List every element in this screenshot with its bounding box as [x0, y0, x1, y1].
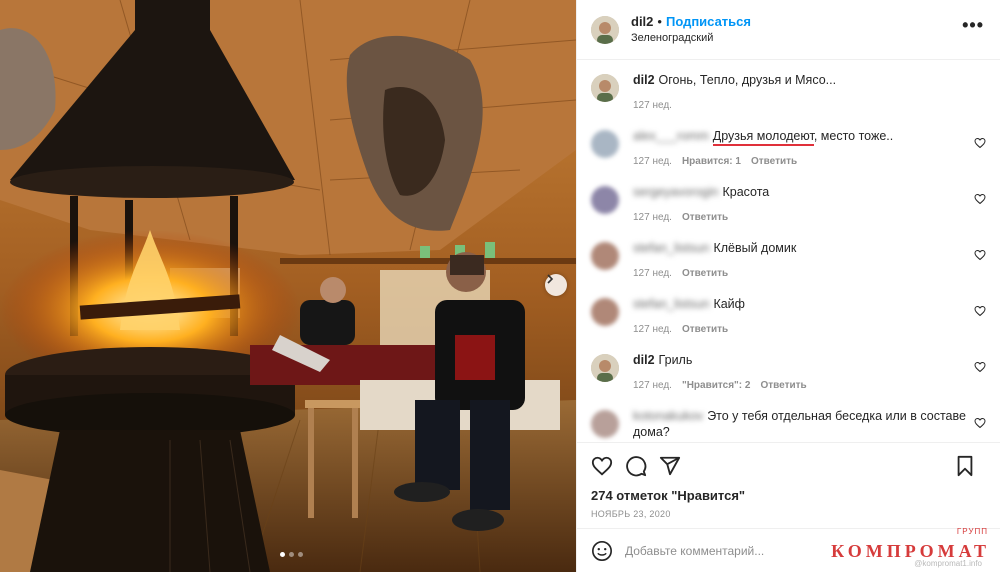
avatar[interactable] — [591, 242, 619, 270]
comment-username[interactable]: stefan_listsun — [633, 241, 709, 255]
comment-text: Гриль — [658, 353, 693, 367]
watermark-url: @kompromat1.info — [914, 559, 982, 568]
heart-icon[interactable] — [974, 193, 986, 205]
chevron-right-icon — [547, 274, 554, 284]
bookmark-icon[interactable] — [954, 455, 976, 477]
comment-username[interactable]: alex___romm — [633, 129, 709, 143]
avatar[interactable] — [591, 186, 619, 214]
reply-button[interactable]: Ответить — [682, 210, 728, 226]
separator-dot: • — [657, 13, 662, 29]
avatar[interactable] — [591, 74, 619, 102]
comment-likes[interactable]: Нравится: 1 — [682, 154, 741, 170]
follow-button[interactable]: Подписаться — [666, 14, 751, 29]
profile-photo-icon — [591, 74, 619, 102]
comment-username[interactable]: kotonakukov — [633, 409, 703, 423]
comment-text: Кайф — [713, 297, 745, 311]
comment-time[interactable]: 127 нед. — [633, 210, 672, 226]
post-view: dil2 • Подписаться Зеленоградский ••• dil2… — [0, 0, 1000, 572]
avatar[interactable] — [591, 130, 619, 158]
comment-time[interactable]: 127 нед. — [633, 266, 672, 282]
paper-plane-icon[interactable] — [659, 455, 681, 477]
comment-icon[interactable] — [625, 455, 647, 477]
avatar[interactable] — [591, 15, 619, 44]
carousel-dots — [280, 552, 303, 557]
post-actions-bar — [577, 442, 1000, 488]
carousel-dot[interactable] — [280, 552, 285, 557]
comment-text: , место тоже.. — [813, 129, 894, 143]
highlighted-comment-text: Друзья молодеют — [712, 129, 814, 146]
comment-text: Красота — [722, 185, 770, 199]
comment-row: alex___romm Друзья молодеют, место тоже..… — [591, 128, 986, 184]
heart-icon[interactable] — [974, 137, 986, 149]
avatar[interactable] — [591, 410, 619, 438]
post-date[interactable]: НОЯБРЬ 23, 2020 — [577, 506, 1000, 528]
profile-photo-icon — [591, 15, 619, 44]
comment-time[interactable]: 127 нед. — [633, 322, 672, 338]
comment-time[interactable]: 127 нед. — [633, 98, 672, 114]
heart-icon[interactable] — [591, 455, 613, 477]
comment-row: dil2 Гриль 127 нед. "Нравится": 2 Ответить — [591, 352, 986, 408]
comment-row: kotonakukov Это у тебя отдельная беседка … — [591, 408, 986, 442]
post-photo[interactable] — [0, 0, 576, 572]
likes-count[interactable]: 274 отметок "Нравится" — [577, 488, 1000, 506]
comment-row: stefan_listsun Кайф 127 нед. Ответить — [591, 296, 986, 352]
comment-username[interactable]: dil2 — [633, 73, 655, 87]
comment-username[interactable]: stefan_listsun — [633, 297, 709, 311]
post-side-panel: dil2 • Подписаться Зеленоградский ••• dil2… — [576, 0, 1000, 572]
comment-time[interactable]: 127 нед. — [633, 154, 672, 170]
reply-button[interactable]: Ответить — [760, 378, 806, 394]
avatar[interactable] — [591, 354, 619, 382]
carousel-next-button[interactable] — [545, 274, 567, 296]
add-comment-bar: ГРУПП КОМПРОМАТ @kompromat1.info — [577, 527, 1000, 572]
post-username[interactable]: dil2 — [631, 14, 653, 29]
post-header: dil2 • Подписаться Зеленоградский ••• — [577, 0, 1000, 60]
avatar[interactable] — [591, 298, 619, 326]
reply-button[interactable]: Ответить — [682, 266, 728, 282]
comment-row: sergeyavorogin Красота 127 нед. Ответить — [591, 184, 986, 240]
comment-time[interactable]: 127 нед. — [633, 378, 672, 394]
heart-icon[interactable] — [974, 417, 986, 429]
comment-text: Огонь, Тепло, друзья и Мясо... — [658, 73, 837, 87]
post-location[interactable]: Зеленоградский — [631, 30, 751, 46]
comment-likes[interactable]: "Нравится": 2 — [682, 378, 751, 394]
reply-button[interactable]: Ответить — [682, 322, 728, 338]
profile-photo-icon — [591, 354, 619, 382]
carousel-dot[interactable] — [298, 552, 303, 557]
comment-username[interactable]: sergeyavorogin — [633, 185, 718, 199]
comments-list: dil2 Огонь, Тепло, друзья и Мясо... 127 н… — [577, 60, 1000, 442]
carousel-dot[interactable] — [289, 552, 294, 557]
reply-button[interactable]: Ответить — [751, 154, 797, 170]
heart-icon[interactable] — [974, 305, 986, 317]
photo-illustration — [0, 0, 576, 572]
heart-icon[interactable] — [974, 361, 986, 373]
more-options-icon[interactable]: ••• — [962, 16, 984, 34]
comment-text: Клёвый домик — [713, 241, 797, 255]
watermark-small-text: ГРУПП — [956, 527, 988, 536]
comment-row: dil2 Огонь, Тепло, друзья и Мясо... 127 н… — [591, 72, 986, 128]
comment-username[interactable]: dil2 — [633, 353, 655, 367]
heart-icon[interactable] — [974, 249, 986, 261]
comment-row: stefan_listsun Клёвый домик 127 нед. Ответ… — [591, 240, 986, 296]
smile-icon[interactable] — [591, 540, 613, 562]
